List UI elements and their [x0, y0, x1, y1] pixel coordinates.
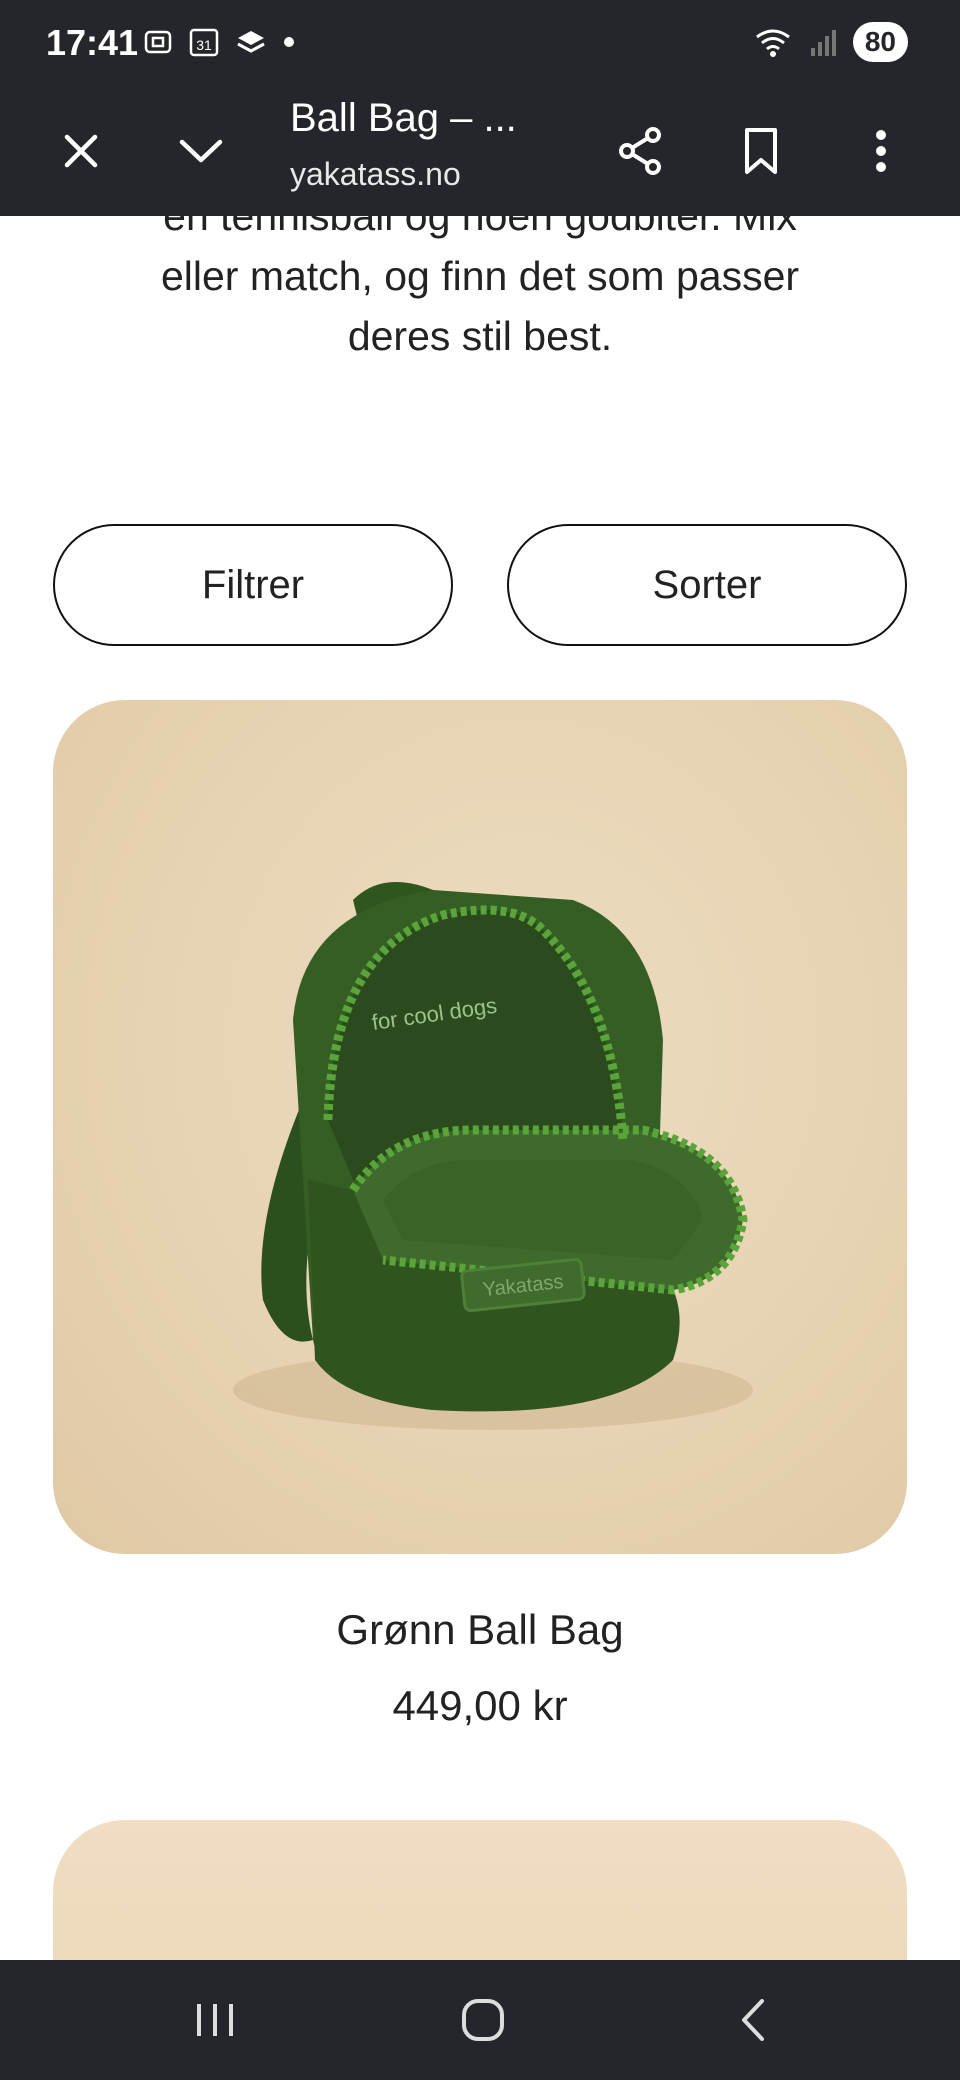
status-system-icons: 80 [753, 22, 908, 62]
page-title: Ball Bag – ... [290, 96, 517, 140]
next-product-image-card[interactable] [53, 1820, 907, 1960]
recents-icon [197, 2004, 233, 2036]
intro-line-3: deres stil best. [347, 313, 613, 359]
stacked-app-icon [237, 31, 265, 53]
system-navigation-bar [0, 1960, 960, 2080]
intro-line-1: en tennisball og noen godbiter. Mix [163, 216, 797, 239]
dot-icon [284, 37, 294, 47]
share-button[interactable] [610, 120, 672, 182]
browser-toolbar: Ball Bag – ... yakatass.no [0, 90, 960, 216]
more-options-button[interactable] [850, 120, 912, 182]
screenshot-icon [144, 30, 172, 54]
signal-icon [810, 30, 836, 56]
calendar-icon: 31 [189, 28, 219, 57]
recents-button[interactable] [180, 1990, 250, 2050]
home-icon [462, 1999, 504, 2041]
wifi-icon [755, 29, 790, 57]
back-button[interactable] [718, 1990, 788, 2050]
close-tab-button[interactable] [50, 120, 112, 182]
product-image-card[interactable]: for cool dogs Yakatass [53, 700, 907, 1554]
product-price: 449,00 kr [392, 1682, 568, 1729]
product-name[interactable]: Grønn Ball Bag [0, 1606, 960, 1654]
more-vert-icon [876, 130, 886, 172]
page-content: en tennisball og noen godbiter. Mix elle… [0, 216, 960, 1960]
product-image: for cool dogs Yakatass [233, 882, 753, 1430]
status-bar: 17:41 31 80 [0, 0, 960, 90]
intro-line-2: eller match, og finn det som passer [160, 253, 800, 299]
intro-text: en tennisball og noen godbiter. Mix elle… [80, 216, 880, 366]
close-icon [64, 134, 98, 168]
filter-button[interactable]: Filtrer [53, 524, 453, 646]
bookmark-icon [745, 128, 777, 174]
svg-text:31: 31 [196, 37, 212, 53]
share-icon [619, 127, 661, 175]
status-notification-icons: 31 [142, 26, 296, 58]
status-time: 17:41 [46, 22, 139, 63]
battery-indicator: 80 [852, 22, 908, 62]
minimize-button[interactable] [170, 120, 232, 182]
sort-button[interactable]: Sorter [507, 524, 907, 646]
bookmark-button[interactable] [730, 120, 792, 182]
page-url: yakatass.no [290, 156, 461, 192]
home-button[interactable] [448, 1990, 518, 2050]
chevron-down-icon [179, 139, 223, 163]
back-icon [742, 1999, 764, 2041]
